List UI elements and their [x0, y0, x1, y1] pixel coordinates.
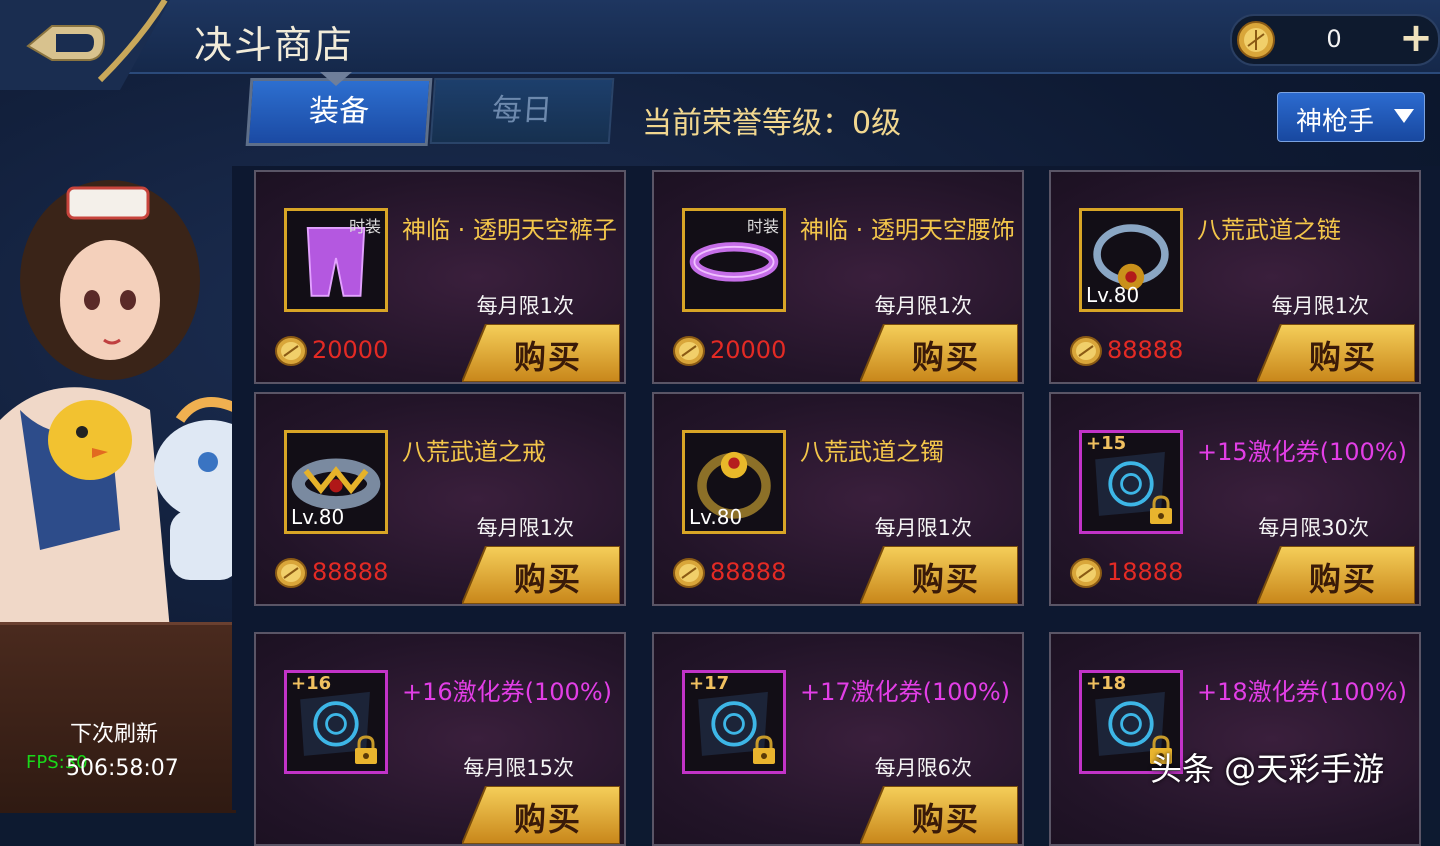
buy-button[interactable]: 购买 [860, 546, 1018, 604]
buy-button[interactable]: 购买 [462, 324, 620, 382]
item-price: 88888 [1107, 336, 1184, 364]
purchase-limit: 每月限1次 [874, 294, 972, 318]
tab-pointer-icon [320, 72, 352, 86]
buy-button[interactable]: 购买 [462, 546, 620, 604]
shop-item-card[interactable]: +18 +18激化券(100%) [1049, 632, 1421, 846]
buy-button-label: 购买 [514, 338, 583, 376]
class-select-value: 神枪手 [1296, 107, 1375, 137]
buy-button-label: 购买 [1309, 560, 1378, 598]
fashion-tag: 时装 [348, 217, 381, 236]
item-price: 88888 [710, 558, 787, 586]
item-level: Lv.80 [291, 505, 345, 529]
purchase-limit: 每月限1次 [1271, 294, 1369, 318]
item-name: 八荒武道之戒 [402, 438, 546, 466]
fashion-tag: 时装 [746, 217, 779, 236]
buy-button-label: 购买 [514, 560, 583, 598]
buy-button-label: 购买 [912, 800, 981, 838]
purchase-limit: 每月限1次 [476, 516, 574, 540]
shop-item-card[interactable]: Lv.80 八荒武道之镯 每月限1次 88888 购买 [652, 392, 1024, 606]
class-select-dropdown[interactable]: 神枪手 [1277, 92, 1425, 142]
item-icon-frame[interactable]: +15 [1079, 430, 1183, 534]
purchase-limit: 每月限1次 [874, 516, 972, 540]
honor-coin-icon [1070, 336, 1102, 366]
item-name: +16激化券(100%) [402, 678, 612, 706]
purchase-limit: 每月限15次 [463, 756, 574, 780]
purchase-limit: 每月限1次 [476, 294, 574, 318]
tab-daily[interactable]: 每日 [429, 78, 615, 144]
enhance-level-tag: +17 [689, 673, 730, 694]
enhance-level-tag: +15 [1086, 433, 1127, 454]
watermark: 头条 @天彩手游 [1150, 750, 1385, 788]
back-arrow-icon [0, 0, 170, 90]
item-name: +15激化券(100%) [1197, 438, 1407, 466]
honor-coin-icon [275, 336, 307, 366]
buy-button[interactable]: 购买 [1257, 324, 1415, 382]
chevron-down-icon [1394, 109, 1414, 123]
honor-coin-icon [673, 336, 705, 366]
refresh-countdown: 506:58:07 [66, 756, 179, 781]
item-icon-frame[interactable]: Lv.80 [284, 430, 388, 534]
item-icon-frame[interactable]: Lv.80 [1079, 208, 1183, 312]
item-level: Lv.80 [1086, 283, 1140, 307]
shop-item-card[interactable]: +16 +16激化券(100%) 每月限15次 购买 [254, 632, 626, 846]
item-icon-frame[interactable]: 时装 [284, 208, 388, 312]
lock-icon [1150, 495, 1172, 524]
buy-button[interactable]: 购买 [1257, 546, 1415, 604]
shop-item-card[interactable]: Lv.80 八荒武道之戒 每月限1次 88888 购买 [254, 392, 626, 606]
item-name: 八荒武道之链 [1197, 216, 1341, 244]
item-icon-frame[interactable]: Lv.80 [682, 430, 786, 534]
refresh-label: 下次刷新 [70, 722, 159, 747]
purchase-limit: 每月限6次 [874, 756, 972, 780]
item-price: 20000 [312, 336, 389, 364]
purchase-limit: 每月限30次 [1258, 516, 1369, 540]
item-name: 神临 · 透明天空腰饰 [800, 216, 1015, 244]
item-price: 88888 [312, 558, 389, 586]
coin-value: 0 [1326, 25, 1342, 53]
honor-coin-icon [1237, 21, 1275, 59]
buy-button-label: 购买 [912, 338, 981, 376]
enhance-level-tag: +16 [291, 673, 332, 694]
honor-coin-icon [673, 558, 705, 588]
page-title: 决斗商店 [194, 23, 355, 67]
item-name: +18激化券(100%) [1197, 678, 1407, 706]
lock-icon [355, 735, 377, 764]
buy-button[interactable]: 购买 [462, 786, 620, 844]
buy-button[interactable]: 购买 [860, 324, 1018, 382]
honor-level-label: 当前荣誉等级：0级 [642, 106, 902, 141]
item-icon-frame[interactable]: +16 [284, 670, 388, 774]
buy-button-label: 购买 [912, 560, 981, 598]
shop-item-card[interactable]: +15 +15激化券(100%) 每月限30次 18888 购买 [1049, 392, 1421, 606]
item-icon-frame[interactable]: +17 [682, 670, 786, 774]
back-button[interactable] [0, 0, 190, 90]
item-name: 神临 · 透明天空裤子 [402, 216, 617, 244]
honor-coin-icon [275, 558, 307, 588]
enhance-level-tag: +18 [1086, 673, 1127, 694]
buy-button[interactable]: 购买 [860, 786, 1018, 844]
shop-item-card[interactable]: +17 +17激化券(100%) 每月限6次 购买 [652, 632, 1024, 846]
shop-item-card[interactable]: 时装 神临 · 透明天空裤子 每月限1次 20000 购买 [254, 170, 626, 384]
currency-box: 0 + [1230, 14, 1440, 66]
item-price: 20000 [710, 336, 787, 364]
buy-button-label: 购买 [1309, 338, 1378, 376]
item-icon-frame[interactable]: 时装 [682, 208, 786, 312]
honor-coin-icon [1070, 558, 1102, 588]
shop-item-card[interactable]: Lv.80 八荒武道之链 每月限1次 88888 购买 [1049, 170, 1421, 384]
buy-button-label: 购买 [514, 800, 583, 838]
add-currency-button[interactable]: + [1396, 18, 1436, 58]
item-level: Lv.80 [689, 505, 743, 529]
item-name: +17激化券(100%) [800, 678, 1010, 706]
item-price: 18888 [1107, 558, 1184, 586]
tab-equipment[interactable]: 装备 [245, 78, 433, 146]
item-name: 八荒武道之镯 [800, 438, 944, 466]
lock-icon [753, 735, 775, 764]
shop-item-card[interactable]: 时装 神临 · 透明天空腰饰 每月限1次 20000 购买 [652, 170, 1024, 384]
